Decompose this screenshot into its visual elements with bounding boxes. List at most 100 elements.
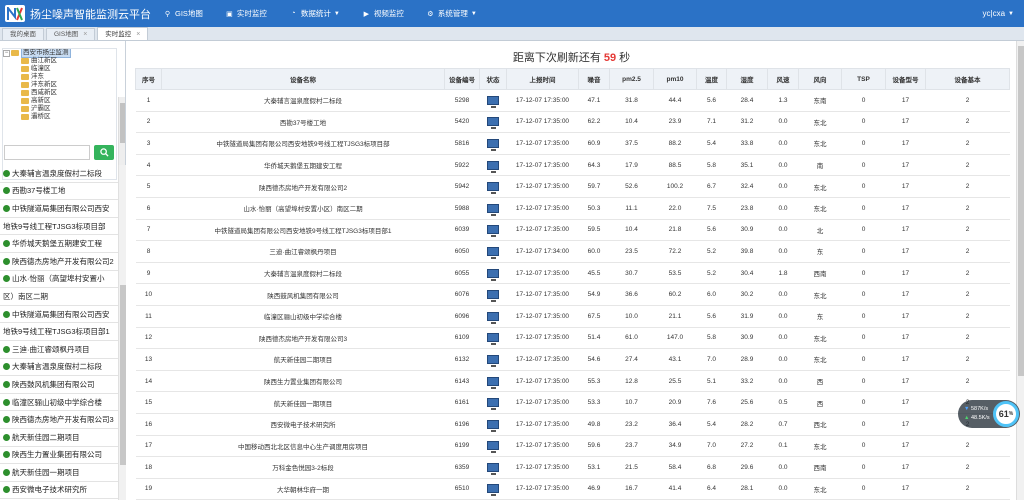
- device-monitor-icon[interactable]: [487, 441, 499, 454]
- tree-node-region[interactable]: 临潼区: [3, 65, 116, 73]
- table-row[interactable]: 5 陕西德杰房地产开发有限公司2 5942 17-12-07 17:35:00 59.7…: [135, 175, 1010, 198]
- table-row[interactable]: 19 大华朝林华府一期 6510 17-12-07 17:35:00 46.9 16.7 4…: [135, 478, 1010, 500]
- table-row[interactable]: 11 临潼区骊山初级中学综合楼 6096 17-12-07 17:35:00 67.5 1…: [135, 305, 1010, 328]
- device-monitor-icon[interactable]: [487, 398, 499, 411]
- device-monitor-icon[interactable]: [487, 246, 499, 259]
- main-scrollbar[interactable]: [1016, 41, 1024, 500]
- table-row[interactable]: 18 万科金色悦园3-2标段 6359 17-12-07 17:35:00 53.1 21…: [135, 456, 1010, 479]
- table-cell: 25.5: [653, 370, 697, 393]
- site-list-item[interactable]: 西安微电子技术研究所: [0, 482, 118, 500]
- device-monitor-icon[interactable]: [487, 138, 499, 151]
- site-list-item[interactable]: 华侨城天鹅堡五期建安工程: [0, 235, 118, 253]
- device-monitor-icon[interactable]: [487, 117, 499, 130]
- tab-2[interactable]: 实时监控 ×: [97, 27, 149, 40]
- site-list-item[interactable]: 航天新佳园二期项目: [0, 429, 118, 447]
- nav-item-2[interactable]: ◔ 数据统计 ▼: [289, 8, 340, 19]
- device-monitor-icon[interactable]: [487, 182, 499, 195]
- tree-node-region[interactable]: 沣东新区: [3, 81, 116, 89]
- column-header: 上报时间: [506, 68, 579, 90]
- main-scrollbar-thumb[interactable]: [1018, 46, 1024, 376]
- site-list-item[interactable]: 陕西德杰房地产开发有限公司2: [0, 253, 118, 271]
- close-icon[interactable]: ×: [83, 29, 87, 40]
- nav-item-3[interactable]: ▶ 视频监控: [362, 8, 404, 19]
- table-cell: 7.5: [696, 197, 727, 220]
- device-monitor-icon[interactable]: [487, 333, 499, 346]
- table-row[interactable]: 2 西勘37号楼工地 5420 17-12-07 17:35:00 62.2 10.4 23…: [135, 111, 1010, 134]
- tree-scrollbar-thumb[interactable]: [120, 103, 125, 143]
- site-list-scrollbar-thumb[interactable]: [120, 285, 126, 465]
- site-list-item[interactable]: 中铁隧道局集团有限公司西安: [0, 306, 118, 324]
- table-row[interactable]: 7 中铁隧道局集团有限公司西安地铁9号线工程TJSG3标项目部1 6039 17-12…: [135, 219, 1010, 242]
- search-button[interactable]: [94, 145, 114, 160]
- site-list-item[interactable]: 临潼区骊山初级中学综合楼: [0, 394, 118, 412]
- device-monitor-icon[interactable]: [487, 376, 499, 389]
- device-monitor-icon[interactable]: [487, 354, 499, 367]
- tab-1[interactable]: GIS地图 ×: [46, 28, 96, 40]
- site-list-item[interactable]: 大秦辅言温泉度假村二标段: [0, 165, 118, 183]
- device-monitor-icon[interactable]: [487, 160, 499, 173]
- tree-node-region[interactable]: 沣东: [3, 73, 116, 81]
- table-cell: 5988: [444, 197, 480, 220]
- device-monitor-icon[interactable]: [487, 419, 499, 432]
- table-row[interactable]: 4 华侨城天鹅堡五期建安工程 5922 17-12-07 17:35:00 64.3 17…: [135, 154, 1010, 177]
- tree-node-region[interactable]: 灞桥区: [3, 113, 116, 121]
- site-list-item[interactable]: 陕西生力置业集团有限公司: [0, 447, 118, 465]
- network-speed-widget[interactable]: ▼ 587K/s ▲ 48.5K/s 61%: [958, 400, 1020, 428]
- device-monitor-icon[interactable]: [487, 225, 499, 238]
- table-row[interactable]: 6 山水·怡丽（高望埠村安置小区）南区二期 5988 17-12-07 17:35:0…: [135, 197, 1010, 220]
- device-monitor-icon[interactable]: [487, 203, 499, 216]
- tree-node-region[interactable]: 西咸新区: [3, 89, 116, 97]
- table-row[interactable]: 14 陕西生力置业集团有限公司 6143 17-12-07 17:35:00 55.3 1…: [135, 370, 1010, 393]
- table-row[interactable]: 17 中国移动西北北区信息中心生产调度用房项目 6199 17-12-07 17:35…: [135, 435, 1010, 458]
- tab-0[interactable]: 我的桌面: [2, 28, 44, 40]
- device-monitor-icon[interactable]: [487, 95, 499, 108]
- site-name: 地铁9号线工程TJSG3标项目部: [3, 221, 106, 231]
- table-cell: 6.8: [696, 456, 727, 479]
- table-cell: 5420: [444, 111, 480, 134]
- table-row[interactable]: 10 陕西鼓风机集团有限公司 6076 17-12-07 17:35:00 54.9 36…: [135, 283, 1010, 306]
- table-row[interactable]: 15 航天新佳园一期项目 6161 17-12-07 17:35:00 53.3 10.7…: [135, 391, 1010, 414]
- table-cell: 东北: [798, 327, 842, 350]
- nav-item-4[interactable]: ⚙ 系统管理 ▼: [426, 8, 477, 19]
- site-list-item[interactable]: 航天新佳园一期项目: [0, 464, 118, 482]
- table-row[interactable]: 12 陕西德杰房地产开发有限公司3 6109 17-12-07 17:35:00 51.…: [135, 327, 1010, 350]
- table-row[interactable]: 16 西安微电子技术研究所 6196 17-12-07 17:35:00 49.8 23.…: [135, 413, 1010, 436]
- nav-item-0[interactable]: ⚲ GIS地图: [163, 8, 203, 19]
- table-row[interactable]: 1 大秦辅言温泉度假村二标段 5298 17-12-07 17:35:00 47.1 31…: [135, 89, 1010, 112]
- table-row[interactable]: 3 中铁隧道局集团有限公司西安地铁9号线工程TJSG3标项目部 5816 17-12-…: [135, 132, 1010, 155]
- tree-node-region[interactable]: 曲江新区: [3, 57, 116, 65]
- site-list-item[interactable]: 地铁9号线工程TJSG3标项目部: [0, 218, 118, 236]
- table-cell: 17-12-07 17:35:00: [506, 305, 579, 328]
- site-list-item[interactable]: 陕西鼓风机集团有限公司: [0, 376, 118, 394]
- table-row[interactable]: 8 三迪·曲江睿颂枫丹项目 6050 17-12-07 17:34:00 60.0 23.…: [135, 240, 1010, 263]
- site-list-item[interactable]: 三迪·曲江睿颂枫丹项目: [0, 341, 118, 359]
- site-search-input[interactable]: [4, 145, 90, 160]
- table-row[interactable]: 13 航天新佳园二期项目 6132 17-12-07 17:35:00 54.6 27.4…: [135, 348, 1010, 371]
- table-row[interactable]: 9 大秦辅言温泉度假村二标段 6055 17-12-07 17:35:00 45.5 30…: [135, 262, 1010, 285]
- site-list-item[interactable]: 地铁9号线工程TJSG3标项目部1: [0, 323, 118, 341]
- site-list-scrollbar[interactable]: [118, 165, 126, 500]
- site-list-item[interactable]: 大秦辅言温泉度假村二标段: [0, 359, 118, 377]
- close-icon[interactable]: ×: [136, 29, 140, 40]
- tree-root-node[interactable]: − 西安市扬尘监测: [3, 49, 116, 58]
- site-list-item[interactable]: 陕西德杰房地产开发有限公司3: [0, 411, 118, 429]
- tree-node-region[interactable]: 高新区: [3, 97, 116, 105]
- device-monitor-icon[interactable]: [487, 268, 499, 281]
- tab-label: 我的桌面: [10, 31, 36, 38]
- device-monitor-icon[interactable]: [487, 311, 499, 324]
- user-menu[interactable]: yc|cxa ▼: [983, 0, 1014, 27]
- table-cell: 17-12-07 17:35:00: [506, 348, 579, 371]
- site-list-item[interactable]: 区）南区二期: [0, 288, 118, 306]
- nav-item-1[interactable]: ▣ 实时监控: [225, 8, 267, 19]
- table-header-row: 序号 设备名称 设备编号 状态 上报时间 噪音 pm2.5 pm10 温度 湿度 风速 风向 TSP 设备…: [135, 68, 1010, 90]
- site-list-item[interactable]: 中铁隧道局集团有限公司西安: [0, 200, 118, 218]
- site-list-item[interactable]: 山水·怡丽（高望埠村安置小: [0, 271, 118, 289]
- device-monitor-icon[interactable]: [487, 484, 499, 497]
- table-cell: 5.6: [696, 89, 727, 112]
- collapse-toggle-icon[interactable]: −: [3, 49, 10, 57]
- site-list-item[interactable]: 西勘37号楼工地: [0, 183, 118, 201]
- tree-node-region[interactable]: 浐霸区: [3, 105, 116, 113]
- table-cell: 17: [885, 435, 926, 458]
- device-monitor-icon[interactable]: [487, 290, 499, 303]
- device-monitor-icon[interactable]: [487, 462, 499, 475]
